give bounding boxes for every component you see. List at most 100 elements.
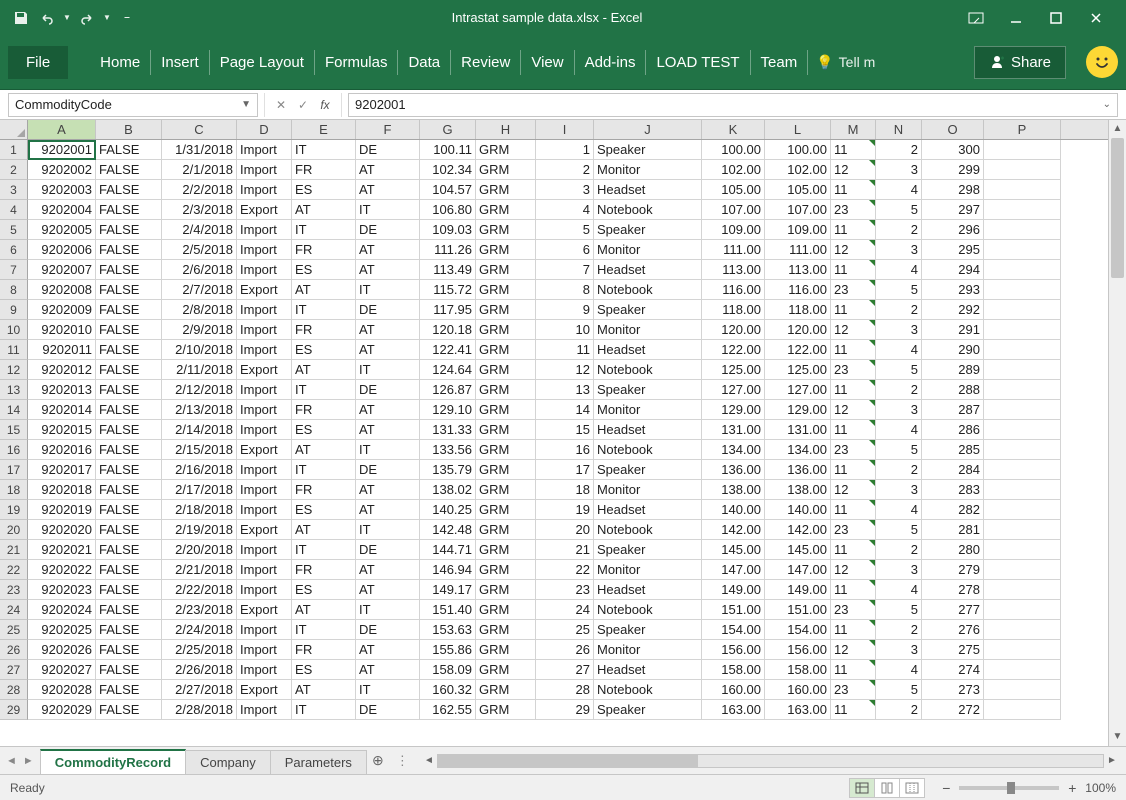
select-all-corner[interactable]	[0, 120, 28, 139]
cell[interactable]: 14	[536, 400, 594, 420]
cell[interactable]: 11	[831, 660, 876, 680]
cell[interactable]: Import	[237, 140, 292, 160]
minimize-icon[interactable]	[996, 3, 1036, 33]
cell[interactable]: Headset	[594, 500, 702, 520]
cell[interactable]: FALSE	[96, 380, 162, 400]
zoom-value[interactable]: 100%	[1085, 781, 1116, 795]
cell[interactable]: AT	[356, 260, 420, 280]
cell[interactable]: 2/3/2018	[162, 200, 237, 220]
cell[interactable]: Notebook	[594, 520, 702, 540]
cell[interactable]: 2/27/2018	[162, 680, 237, 700]
cell[interactable]: GRM	[476, 320, 536, 340]
ribbon-tab-team[interactable]: Team	[751, 50, 809, 75]
cell[interactable]: 138.00	[765, 480, 831, 500]
cell[interactable]: Monitor	[594, 640, 702, 660]
row-header[interactable]: 24	[0, 600, 28, 620]
cell[interactable]: 131.00	[702, 420, 765, 440]
cell[interactable]: 23	[831, 200, 876, 220]
cell[interactable]: 11	[831, 260, 876, 280]
cell[interactable]: GRM	[476, 440, 536, 460]
cell[interactable]: 2/13/2018	[162, 400, 237, 420]
horizontal-scrollbar[interactable]: ◄ ►	[421, 754, 1120, 768]
cell[interactable]: ES	[292, 420, 356, 440]
cell[interactable]: 9202011	[28, 340, 96, 360]
cell[interactable]: 5	[876, 440, 922, 460]
cell[interactable]: 9202018	[28, 480, 96, 500]
cell[interactable]: 111.00	[765, 240, 831, 260]
cell[interactable]: 2	[876, 220, 922, 240]
cell[interactable]: GRM	[476, 240, 536, 260]
cell[interactable]: Import	[237, 300, 292, 320]
cell[interactable]: 120.00	[765, 320, 831, 340]
cell[interactable]	[984, 460, 1061, 480]
cell[interactable]: GRM	[476, 260, 536, 280]
cell[interactable]: 151.00	[702, 600, 765, 620]
cell[interactable]: GRM	[476, 520, 536, 540]
cell[interactable]: 113.00	[765, 260, 831, 280]
row-header[interactable]: 22	[0, 560, 28, 580]
cell[interactable]: 2/8/2018	[162, 300, 237, 320]
cell[interactable]: 11	[831, 620, 876, 640]
cell[interactable]: FALSE	[96, 700, 162, 720]
cell[interactable]: 2/2/2018	[162, 180, 237, 200]
cell[interactable]: FALSE	[96, 620, 162, 640]
zoom-out-icon[interactable]: −	[939, 780, 953, 796]
cell[interactable]: 280	[922, 540, 984, 560]
cell[interactable]: AT	[356, 640, 420, 660]
cell[interactable]	[984, 500, 1061, 520]
cell[interactable]: 154.00	[765, 620, 831, 640]
cell[interactable]: 12	[536, 360, 594, 380]
cell[interactable]: Speaker	[594, 380, 702, 400]
tab-splitter[interactable]: ⋮	[390, 753, 415, 769]
row-header[interactable]: 21	[0, 540, 28, 560]
cell[interactable]: 142.00	[765, 520, 831, 540]
cell[interactable]: 23	[536, 580, 594, 600]
col-header-I[interactable]: I	[536, 120, 594, 139]
cell[interactable]: 131.00	[765, 420, 831, 440]
cell[interactable]	[984, 420, 1061, 440]
row-header[interactable]: 26	[0, 640, 28, 660]
cell[interactable]: 11	[831, 180, 876, 200]
cell[interactable]: 9202003	[28, 180, 96, 200]
cell[interactable]: Headset	[594, 180, 702, 200]
col-header-P[interactable]: P	[984, 120, 1061, 139]
cell[interactable]: 11	[831, 420, 876, 440]
cell[interactable]: 2/6/2018	[162, 260, 237, 280]
cell[interactable]: 140.00	[765, 500, 831, 520]
maximize-icon[interactable]	[1036, 3, 1076, 33]
cell[interactable]: Headset	[594, 340, 702, 360]
cell[interactable]: FALSE	[96, 340, 162, 360]
cell[interactable]: GRM	[476, 560, 536, 580]
row-header[interactable]: 29	[0, 700, 28, 720]
cell[interactable]: 9202029	[28, 700, 96, 720]
cell[interactable]: DE	[356, 220, 420, 240]
cell[interactable]: 290	[922, 340, 984, 360]
cell[interactable]: 105.00	[765, 180, 831, 200]
cell[interactable]: 9202002	[28, 160, 96, 180]
cell[interactable]: 117.95	[420, 300, 476, 320]
cell[interactable]: Speaker	[594, 700, 702, 720]
cell[interactable]: Import	[237, 560, 292, 580]
sheet-tab-company[interactable]: Company	[185, 750, 271, 774]
cell[interactable]: 111.26	[420, 240, 476, 260]
cell[interactable]: AT	[356, 560, 420, 580]
cell[interactable]: GRM	[476, 300, 536, 320]
cell[interactable]: FALSE	[96, 360, 162, 380]
row-header[interactable]: 19	[0, 500, 28, 520]
cell[interactable]: Speaker	[594, 540, 702, 560]
cell[interactable]: ES	[292, 580, 356, 600]
cell[interactable]: 116.00	[765, 280, 831, 300]
row-header[interactable]: 12	[0, 360, 28, 380]
ribbon-tab-review[interactable]: Review	[451, 50, 521, 75]
cell[interactable]: Notebook	[594, 200, 702, 220]
cell[interactable]: 300	[922, 140, 984, 160]
cell[interactable]: 23	[831, 440, 876, 460]
cell[interactable]: 286	[922, 420, 984, 440]
cell[interactable]	[984, 600, 1061, 620]
cell[interactable]: Speaker	[594, 220, 702, 240]
cell[interactable]: 9202007	[28, 260, 96, 280]
scroll-left-icon[interactable]: ◄	[421, 755, 437, 766]
ribbon-tab-add-ins[interactable]: Add-ins	[575, 50, 647, 75]
cell[interactable]: 28	[536, 680, 594, 700]
cell[interactable]: GRM	[476, 680, 536, 700]
